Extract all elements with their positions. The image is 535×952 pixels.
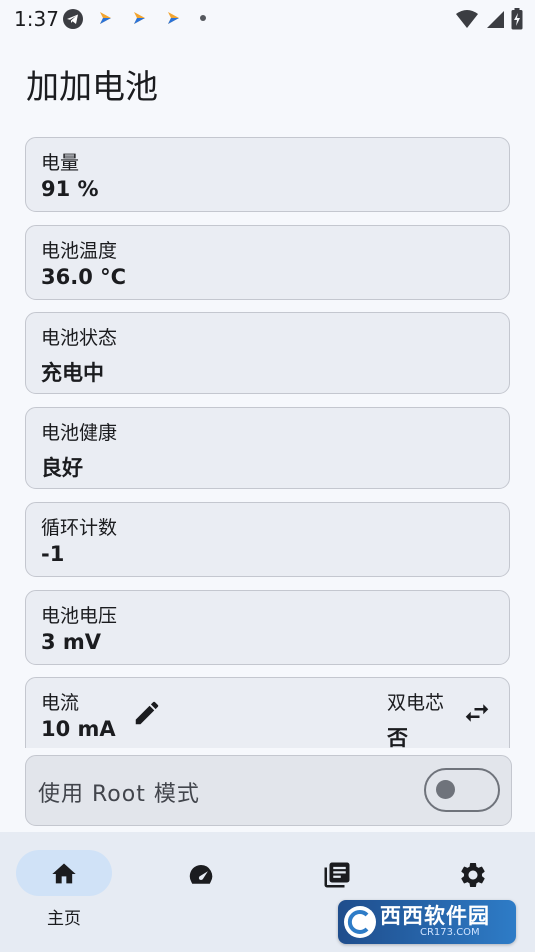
watermark-subtitle: CR173.COM [420,927,480,938]
nav-item-home[interactable]: 主页 [16,850,112,930]
card-label: 电池温度 [41,240,118,262]
battery-status-card: 电池状态 充电中 [25,312,510,394]
battery-temperature-card: 电池温度 36.0 °C [25,225,510,300]
swap-icon[interactable] [462,698,492,728]
library-icon [322,860,350,888]
current-label: 电流 [41,692,80,714]
card-value: 3 mV [41,630,102,654]
current-value: 10 mA [41,717,116,741]
card-value: 良好 [41,456,83,480]
edit-icon[interactable] [132,698,162,728]
card-label: 电池健康 [41,422,118,444]
card-label: 电池电压 [41,605,118,627]
speed-icon [186,860,214,888]
battery-health-card: 电池健康 良好 [25,407,510,489]
watermark-logo-icon [344,906,376,938]
current-card: 电流 10 mA 双电芯 否 [25,677,510,748]
home-icon [50,860,78,888]
cycle-count-card: 循环计数 -1 [25,502,510,577]
page-title: 加加电池 [26,67,158,106]
nav-label-home: 主页 [47,909,81,929]
main-content[interactable]: 加加电池 电量 91 % 电池温度 36.0 °C 电池状态 充电中 电池健康 … [0,0,535,748]
card-value: 91 % [41,177,99,201]
watermark-title: 西西软件园 [380,904,490,928]
card-value: -1 [41,542,65,566]
switch-thumb [436,780,455,799]
card-label: 循环计数 [41,517,118,539]
battery-voltage-card: 电池电压 3 mV [25,590,510,665]
watermark-badge: 西西软件园 CR173.COM [338,900,516,944]
card-value: 36.0 °C [41,265,127,289]
card-label: 电池状态 [41,327,118,349]
dual-cell-value: 否 [387,726,408,748]
root-mode-card[interactable]: 使用 Root 模式 [25,755,512,826]
card-value: 充电中 [41,361,104,385]
watermark-text: 西西软件园 CR173.COM [380,905,490,939]
battery-level-card: 电量 91 % [25,137,510,212]
root-mode-label: 使用 Root 模式 [38,782,200,807]
card-label: 电量 [41,152,80,174]
nav-item-speed[interactable] [152,850,248,930]
settings-icon [458,860,486,888]
dual-cell-label: 双电芯 [387,692,445,714]
root-mode-switch[interactable] [424,768,500,812]
